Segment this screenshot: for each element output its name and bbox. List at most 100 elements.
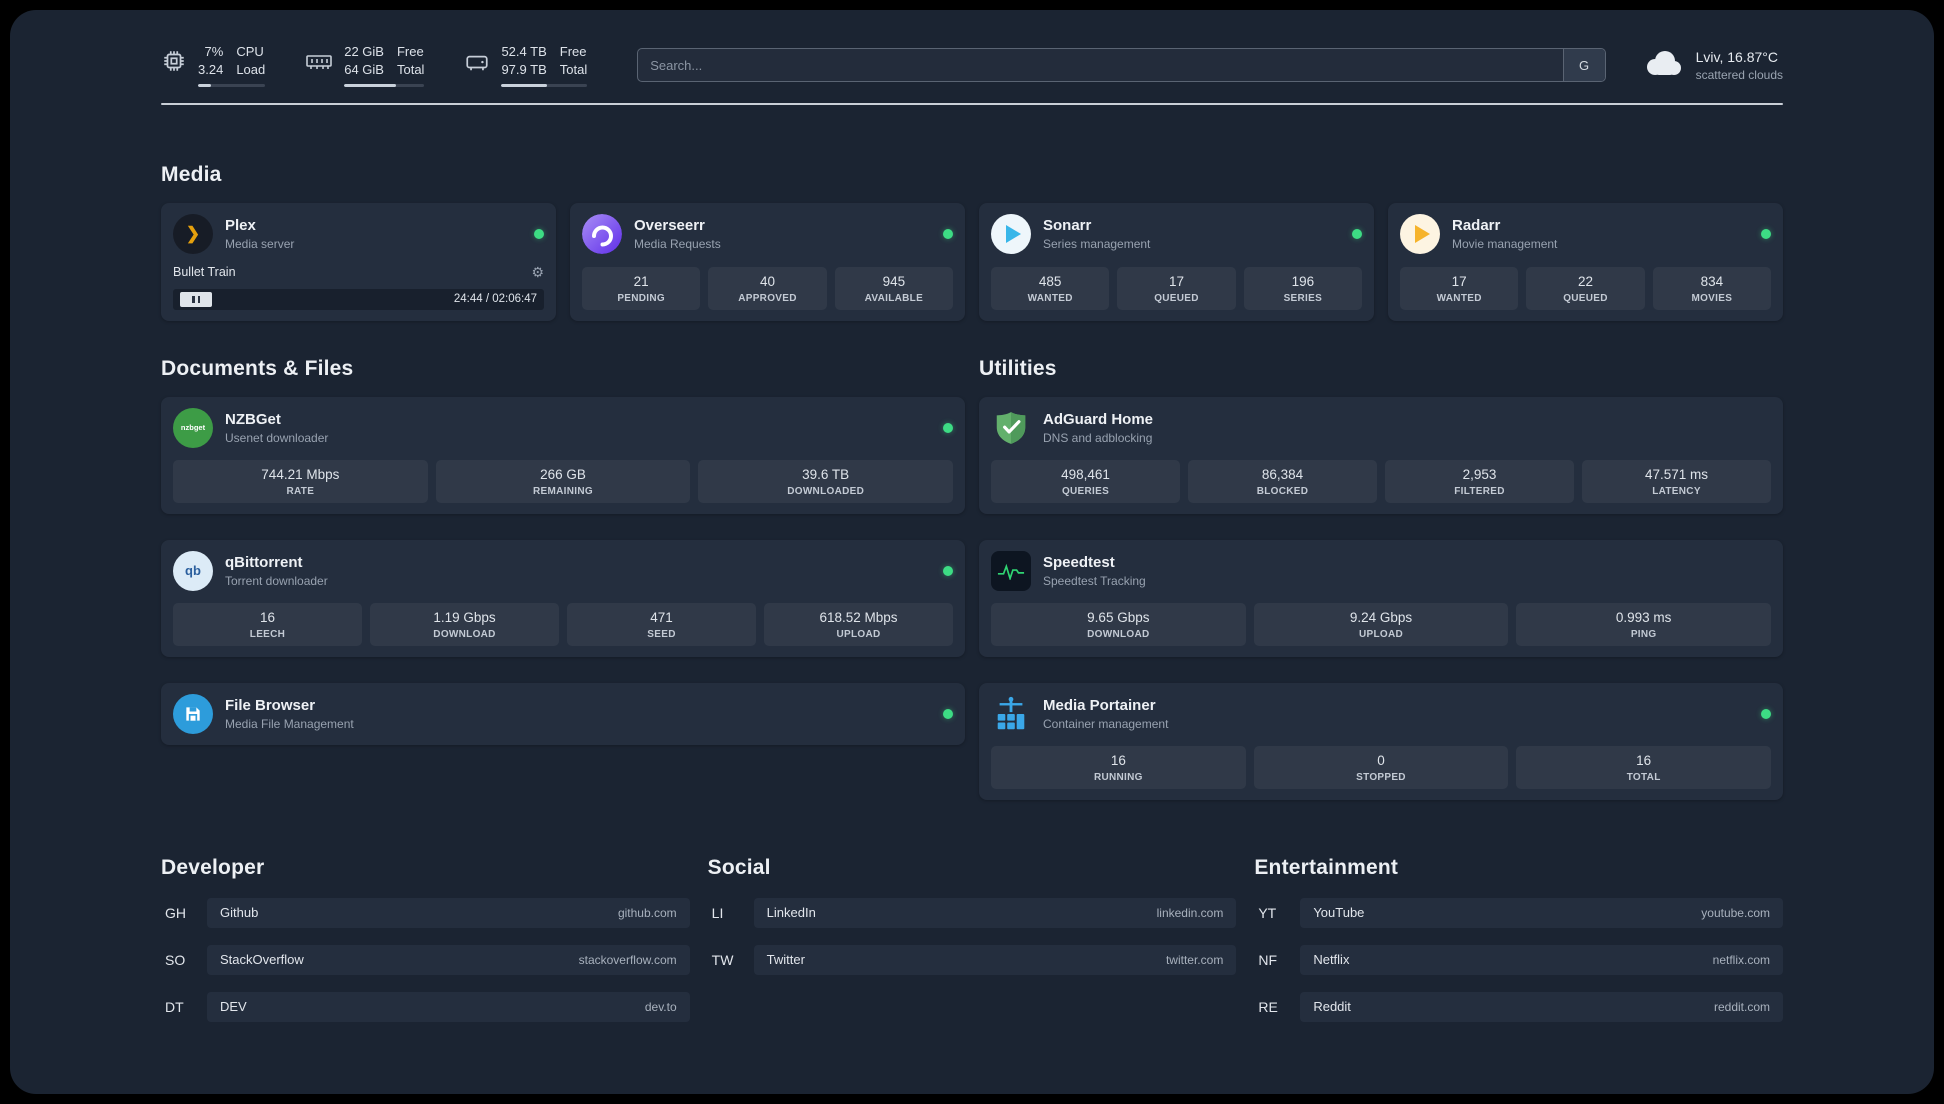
playback-progress-bar[interactable]: 24:44 / 02:06:47 — [173, 288, 544, 310]
bookmark-url: reddit.com — [1713, 999, 1770, 1014]
stat-total: 16 TOTAL — [1516, 745, 1771, 789]
cpu-icon — [161, 48, 187, 79]
cpu-load-avg: 3.24 — [198, 61, 224, 77]
stat-label: SERIES — [1283, 292, 1323, 304]
top-bar: 7% CPU 3.24 Load 22 GiB Free 64 GiB Tota… — [161, 44, 1783, 87]
memory-free: 22 GiB — [344, 44, 384, 59]
stat-latency: 47.571 ms LATENCY — [1582, 459, 1771, 503]
bookmarks-zone: Developer GH Github github.com SO StackO… — [161, 856, 1783, 1079]
bookmark-github[interactable]: GH Github github.com — [161, 897, 690, 928]
section-title-documents: Documents & Files — [161, 356, 354, 380]
stat-label: BLOCKED — [1256, 485, 1309, 497]
overseerr-card[interactable]: Overseerr Media Requests 21 PENDING 40 A… — [570, 202, 965, 321]
sonarr-card[interactable]: Sonarr Series management 485 WANTED 17 Q… — [979, 202, 1374, 321]
stat-value: 471 — [650, 609, 673, 625]
qbittorrent-icon: qb — [173, 550, 213, 591]
bookmark-twitter[interactable]: TW Twitter twitter.com — [708, 944, 1237, 975]
adguard-card[interactable]: AdGuard Home DNS and adblocking 498,461 … — [979, 396, 1783, 514]
memory-progress-bar — [344, 83, 425, 87]
stat-label: AVAILABLE — [864, 292, 924, 304]
bookmark-url: twitter.com — [1165, 952, 1224, 967]
stat-label: FILTERED — [1454, 485, 1505, 497]
nzbget-icon: nzbget — [173, 407, 213, 448]
app-subtitle: Speedtest Tracking — [1043, 573, 1146, 588]
bookmark-dev[interactable]: DT DEV dev.to — [161, 991, 690, 1022]
app-subtitle: Media Requests — [634, 236, 721, 251]
stat-value: 2,953 — [1462, 466, 1497, 482]
section-title-utilities: Utilities — [979, 356, 1057, 380]
stat-value: 266 GB — [540, 466, 586, 482]
plex-now-playing: Bullet Train ⚙ 24:44 / 02:06:47 — [173, 254, 544, 310]
app-subtitle: Media File Management — [225, 716, 354, 731]
bookmark-name: Netflix — [1313, 952, 1350, 968]
bookmark-name: YouTube — [1313, 905, 1365, 921]
stat-remaining: 266 GB REMAINING — [435, 459, 691, 503]
section-title-social: Social — [707, 855, 771, 879]
status-dot — [534, 228, 544, 239]
app-title: Media Portainer — [1043, 696, 1156, 714]
stat-wanted: 17 WANTED — [1400, 266, 1519, 310]
app-title: Plex — [225, 216, 256, 234]
search-provider-button[interactable]: G — [1562, 49, 1605, 82]
stat-value: 47.571 ms — [1644, 466, 1709, 482]
search-input[interactable] — [638, 49, 1563, 82]
stat-seed: 471 SEED — [567, 602, 756, 646]
stat-value: 945 — [882, 273, 906, 289]
app-title: File Browser — [225, 696, 316, 714]
sonarr-icon — [991, 213, 1031, 254]
app-title: Overseerr — [634, 216, 705, 234]
bookmark-abbr: NF — [1258, 951, 1277, 968]
portainer-icon — [991, 694, 1031, 734]
stat-value: 17 — [1168, 273, 1184, 289]
section-title-developer: Developer — [161, 855, 265, 879]
disk-total: 97.9 TB — [501, 61, 547, 77]
nzbget-card[interactable]: nzbget NZBGet Usenet downloader 744.21 M… — [161, 396, 965, 514]
bookmark-url: dev.to — [644, 999, 677, 1014]
app-subtitle: Media server — [225, 236, 295, 251]
playback-time: 24:44 / 02:06:47 — [453, 293, 537, 306]
stat-queued: 17 QUEUED — [1117, 266, 1236, 310]
stat-value: 21 — [633, 273, 649, 289]
disk-free: 52.4 TB — [501, 44, 547, 59]
bookmark-abbr: RE — [1258, 998, 1278, 1015]
overseerr-icon — [582, 213, 622, 254]
bookmark-reddit[interactable]: RE Reddit reddit.com — [1254, 991, 1783, 1022]
app-title: qBittorrent — [225, 553, 303, 571]
stat-blocked: 86,384 BLOCKED — [1188, 459, 1377, 503]
stat-value: 834 — [1700, 273, 1724, 289]
radarr-card[interactable]: Radarr Movie management 17 WANTED 22 QUE… — [1388, 202, 1783, 321]
weather-location: Lviv, 16.87°C — [1695, 48, 1778, 65]
stat-value: 196 — [1291, 273, 1315, 289]
bookmark-netflix[interactable]: NF Netflix netflix.com — [1254, 944, 1783, 975]
app-subtitle: Torrent downloader — [225, 573, 328, 588]
gear-icon[interactable]: ⚙ — [531, 264, 544, 281]
app-subtitle: Movie management — [1452, 236, 1558, 251]
filebrowser-card[interactable]: File Browser Media File Management — [161, 682, 965, 745]
cpu-progress-bar — [198, 83, 266, 87]
stat-leech: 16 LEECH — [173, 602, 362, 646]
bookmark-abbr: YT — [1258, 904, 1277, 921]
bookmark-stackoverflow[interactable]: SO StackOverflow stackoverflow.com — [161, 944, 690, 975]
stat-series: 196 SERIES — [1243, 266, 1362, 310]
speedtest-card[interactable]: Speedtest Speedtest Tracking 9.65 Gbps D… — [979, 539, 1783, 657]
memory-total: 64 GiB — [344, 61, 384, 77]
stat-value: 16 — [259, 609, 276, 625]
speedtest-icon — [991, 550, 1031, 591]
stat-label: DOWNLOAD — [433, 628, 496, 640]
topbar-divider — [161, 102, 1783, 105]
bookmark-youtube[interactable]: YT YouTube youtube.com — [1254, 897, 1783, 928]
disk-label-bottom: Total — [559, 61, 588, 77]
status-dot — [943, 708, 953, 719]
stat-value: 16 — [1110, 752, 1126, 768]
bookmark-linkedin[interactable]: LI LinkedIn linkedin.com — [708, 897, 1237, 928]
portainer-card[interactable]: Media Portainer Container management 16 … — [979, 682, 1783, 800]
qbittorrent-card[interactable]: qb qBittorrent Torrent downloader 16 LEE… — [161, 539, 965, 657]
plex-card[interactable]: ❯ Plex Media server Bullet Train ⚙ 24:44… — [161, 202, 556, 321]
pause-icon[interactable] — [180, 291, 212, 307]
stat-value: 16 — [1636, 752, 1652, 768]
stat-label: MOVIES — [1691, 292, 1733, 304]
bookmark-name: LinkedIn — [766, 905, 816, 921]
disk-progress-bar — [501, 83, 588, 87]
status-dot — [943, 422, 953, 433]
stat-movies: 834 MOVIES — [1652, 266, 1771, 310]
